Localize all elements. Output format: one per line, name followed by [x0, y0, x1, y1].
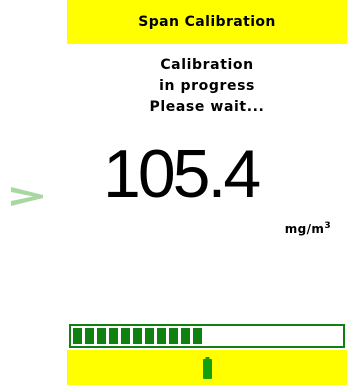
progress-segment [109, 328, 118, 344]
status-message: Calibration in progress Please wait... [67, 55, 347, 118]
battery-icon [203, 357, 212, 379]
progress-segment [193, 328, 202, 344]
progress-segment [85, 328, 94, 344]
instrument-screen: Span Calibration Calibration in progress… [67, 0, 347, 385]
title-bar: Span Calibration [67, 0, 347, 44]
message-line: Calibration [160, 57, 254, 73]
reading-unit: mg/m3 [285, 221, 331, 236]
message-line: Please wait... [149, 99, 265, 115]
message-line: in progress [159, 78, 255, 94]
progress-bar [69, 324, 345, 348]
progress-segment [73, 328, 82, 344]
progress-segment [181, 328, 190, 344]
progress-segment [121, 328, 130, 344]
reading-value: 105.4 [103, 136, 261, 212]
progress-fill [73, 328, 202, 344]
progress-segment [97, 328, 106, 344]
progress-segment [157, 328, 166, 344]
unit-base: mg/m [284, 222, 325, 236]
progress-segment [133, 328, 142, 344]
screen-title: Span Calibration [138, 14, 276, 30]
footer-bar [67, 350, 347, 385]
progress-segment [145, 328, 154, 344]
progress-segment [169, 328, 178, 344]
unit-exponent: 3 [324, 221, 331, 231]
chevron-right-icon[interactable] [9, 184, 45, 208]
